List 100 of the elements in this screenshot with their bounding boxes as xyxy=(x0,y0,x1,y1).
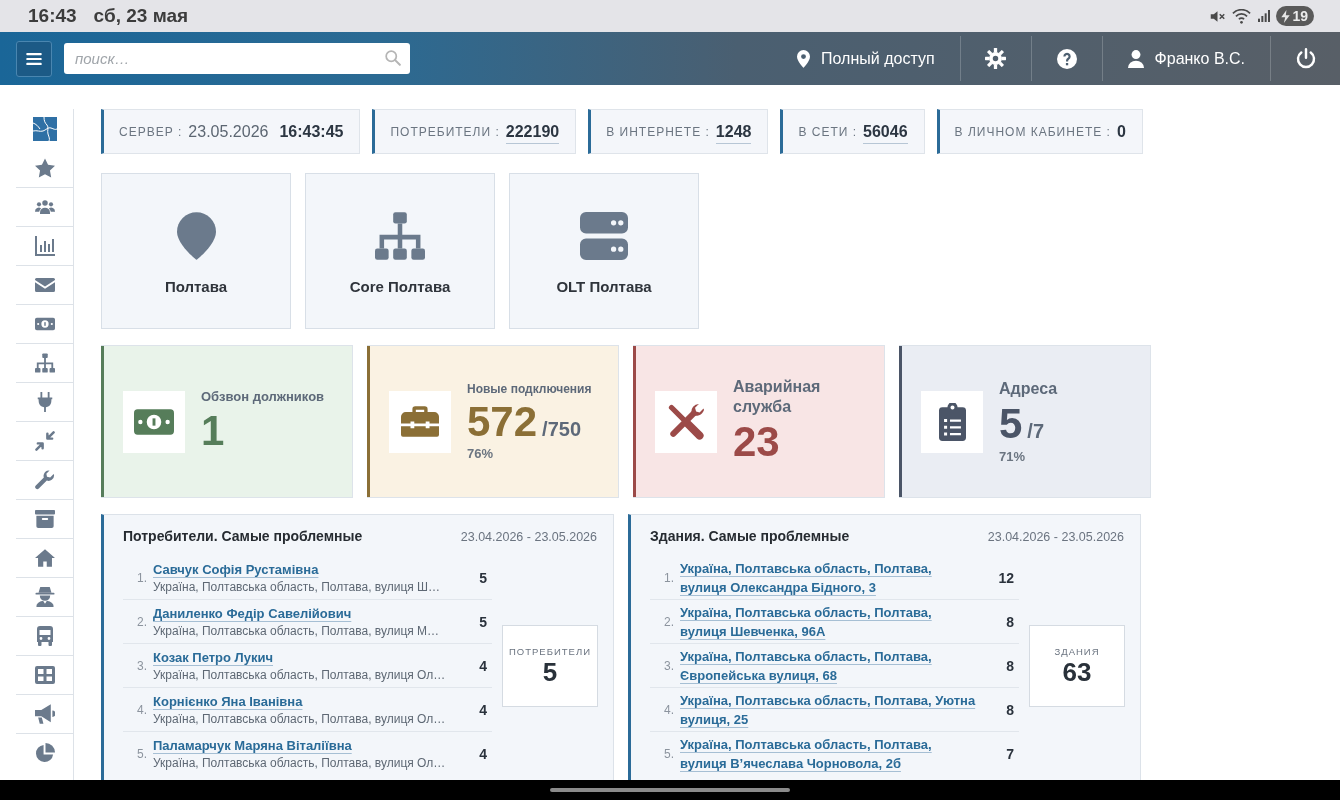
row-number: 4. xyxy=(136,702,148,717)
user-icon xyxy=(1127,49,1144,68)
card-value: 1 xyxy=(201,407,225,454)
total-label: ЗДАНИЯ xyxy=(1054,645,1100,657)
customer-link[interactable]: Савчук Софія Рустамівна xyxy=(153,559,319,579)
building-link[interactable]: Україна, Полтавська область, Полтава, Європейська вулиця, 68 xyxy=(680,646,980,685)
card-title: Новые подключения xyxy=(467,381,592,397)
card-value: 5 xyxy=(999,401,1023,448)
hierarchy-icon xyxy=(375,212,425,260)
compress-arrows-icon xyxy=(34,431,55,451)
hierarchy-icon xyxy=(34,353,55,373)
gesture-handle[interactable] xyxy=(550,788,790,792)
card-title: Адреса xyxy=(999,379,1058,400)
users-icon xyxy=(34,197,55,217)
row-number: 3. xyxy=(663,658,675,673)
wrench-icon xyxy=(34,470,55,490)
row-number: 5. xyxy=(663,747,675,761)
date-range: 23.04.2026 - 23.05.2026 xyxy=(460,530,597,544)
address-text: Україна, Полтавська область, Полтава, вулиця М… xyxy=(153,622,440,640)
customer-link[interactable]: Корнієнко Яна Іванівна xyxy=(153,691,303,711)
count-value: 4 xyxy=(478,657,488,674)
total-label: ПОТРЕБИТЕЛИ xyxy=(509,645,591,657)
card-total: /750 xyxy=(542,417,581,441)
row-number: 2. xyxy=(663,614,675,629)
location-pin-icon xyxy=(797,49,811,68)
clock-time: 16:43 xyxy=(28,5,77,27)
address-text: Україна, Полтавська область, Полтава, вулиця Ол… xyxy=(153,666,446,684)
bar-chart-icon xyxy=(34,236,55,256)
address-text: Україна, Полтавська область, Полтава, вулиця Ш… xyxy=(153,578,441,596)
counter-link[interactable]: 56046 xyxy=(863,122,908,144)
row-number: 3. xyxy=(136,658,148,673)
banknote-icon xyxy=(123,390,185,453)
spy-icon xyxy=(34,587,55,607)
count-value: 5 xyxy=(478,569,488,586)
card-percent: 76% xyxy=(467,446,495,462)
count-value: 12 xyxy=(997,569,1015,586)
customer-link[interactable]: Паламарчук Маряна Віталіївна xyxy=(153,736,352,755)
home-icon xyxy=(34,548,55,568)
card-percent: 71% xyxy=(999,448,1027,464)
building-link[interactable]: Україна, Полтавська область, Полтава, Уютна вулиця, 25 xyxy=(680,690,980,729)
wifi-icon xyxy=(1232,8,1252,24)
count-value: 7 xyxy=(1005,746,1015,762)
counter-label: В СЕТИ : xyxy=(798,124,858,139)
counter-value: 16:43:45 xyxy=(279,122,344,141)
count-value: 4 xyxy=(478,746,488,762)
bolt-icon xyxy=(1281,9,1291,23)
settings-icon xyxy=(985,48,1007,69)
bus-icon xyxy=(34,626,55,646)
card-title: Обзвон должников xyxy=(201,389,325,406)
panel-title: Здания. Самые проблемные xyxy=(650,528,850,544)
envelope-icon xyxy=(34,275,55,295)
building-link[interactable]: Україна, Полтавська область, Полтава, вулиця В’ячеслава Чорновола, 2б xyxy=(680,735,980,773)
total-value: 5 xyxy=(542,657,558,687)
address-text: Україна, Полтавська область, Полтава, вулиця Ол… xyxy=(153,755,446,772)
access-button[interactable]: Полный доступ xyxy=(772,32,960,85)
table-icon xyxy=(34,665,55,685)
search-icon xyxy=(385,50,401,66)
menu-button[interactable] xyxy=(16,40,52,77)
counter-label: В ЛИЧНОМ КАБИНЕТЕ : xyxy=(954,124,1111,139)
location-tile[interactable]: Полтава xyxy=(101,173,291,329)
counter-date: 23.05.2026 xyxy=(188,122,269,141)
card-total: /7 xyxy=(1027,420,1045,444)
counter-link[interactable]: 222190 xyxy=(505,122,560,144)
counter-label: ПОТРЕБИТЕЛИ : xyxy=(390,124,500,139)
date-range: 23.04.2026 - 23.05.2026 xyxy=(987,530,1124,544)
location-pin-icon xyxy=(176,212,216,260)
panel-title: Потребители. Самые проблемные xyxy=(123,528,363,544)
row-number: 1. xyxy=(136,570,148,585)
menu-icon xyxy=(26,52,42,65)
building-link[interactable]: Україна, Полтавська область, Полтава, вулиця Шевченка, 96А xyxy=(680,602,980,641)
location-tile[interactable]: OLT Полтава xyxy=(509,173,699,329)
customer-link[interactable]: Даниленко Федір Савелійович xyxy=(153,603,352,623)
map-icon xyxy=(32,116,57,141)
toolbox-icon xyxy=(389,390,451,453)
card-value: 23 xyxy=(733,419,780,466)
building-link[interactable]: Україна, Полтавська область, Полтава, вулиця Олександра Бідного, 3 xyxy=(680,558,980,597)
help-icon xyxy=(1056,48,1077,69)
location-tile[interactable]: Core Полтава xyxy=(305,173,495,329)
signal-icon xyxy=(1258,10,1271,22)
pie-chart-icon xyxy=(34,743,55,763)
count-value: 8 xyxy=(1005,657,1015,674)
row-number: 5. xyxy=(136,747,148,761)
muted-speaker-icon xyxy=(1210,8,1226,24)
search-field[interactable]: поиск… xyxy=(64,43,410,74)
count-value: 4 xyxy=(478,701,488,718)
counter-label: СЕРВЕР : xyxy=(119,124,183,139)
user-button[interactable]: Франко В.С. xyxy=(1102,32,1270,85)
star-icon xyxy=(34,157,55,178)
server-icon xyxy=(580,212,628,260)
address-text: Україна, Полтавська область, Полтава, вулиця Ол… xyxy=(153,710,446,728)
count-value: 8 xyxy=(1005,613,1015,630)
battery-percent: 19 xyxy=(1292,8,1308,24)
counter-link[interactable]: 1248 xyxy=(715,122,752,144)
power-icon xyxy=(1295,48,1316,69)
customer-link[interactable]: Козак Петро Лукич xyxy=(153,647,273,667)
date-text: сб, 23 мая xyxy=(93,5,189,27)
counter-value: 0 xyxy=(1116,122,1126,141)
archive-box-icon xyxy=(34,509,55,529)
row-number: 1. xyxy=(663,570,675,585)
crossed-tools-icon xyxy=(655,390,717,453)
